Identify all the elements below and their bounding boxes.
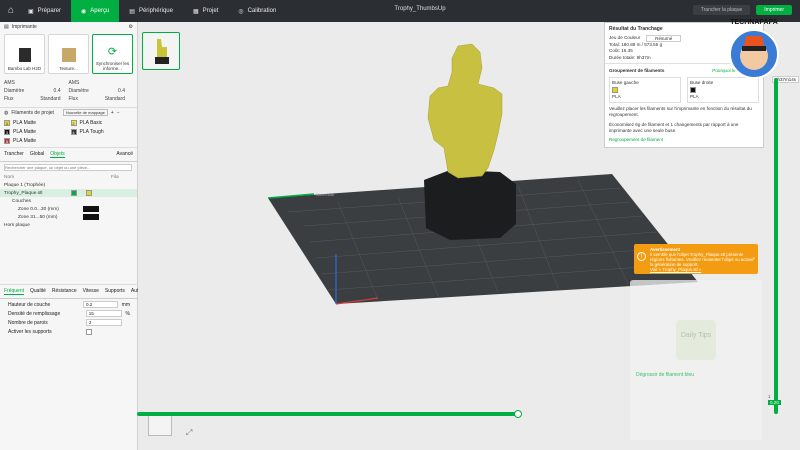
walls-input[interactable]: 2: [86, 319, 122, 326]
tab-device[interactable]: ▤ Périphérique: [119, 0, 183, 22]
layer-height-input[interactable]: 0.2: [82, 301, 118, 308]
tab-objects[interactable]: Objets: [50, 151, 65, 158]
tab-slice[interactable]: Trancher: [4, 151, 24, 158]
gcode-move-slider[interactable]: [137, 412, 517, 416]
filaments-section-header: ◍ Filaments de projet Nouvelle de mappag…: [0, 107, 137, 117]
trophy-base: [424, 170, 516, 240]
calibration-icon: ◎: [238, 8, 244, 15]
infill-param: Densité de remplissage 15%: [8, 310, 130, 317]
layer-slider[interactable]: [774, 78, 778, 414]
sync-icon: ⟳: [107, 46, 118, 58]
daily-tips-subtitle: Dégrossir de filament bleu: [636, 372, 695, 378]
tab-preview[interactable]: ◉ Aperçu: [71, 0, 120, 22]
daily-tips-panel: Daily Tips Dégrossir de filament bleu: [630, 280, 762, 440]
tab-project[interactable]: ▦ Projet: [183, 0, 228, 22]
object-filament-swatch[interactable]: [86, 190, 92, 196]
tree-item[interactable]: Zone 0.0...30 (mm): [0, 205, 137, 213]
prepare-icon: ▣: [28, 8, 34, 15]
left-nozzle-box: Buse gauche PLA: [609, 77, 681, 103]
tab-quality[interactable]: Qualité: [30, 288, 46, 295]
tab-strength[interactable]: Résistance: [52, 288, 77, 295]
filament-item[interactable]: 4 PLA Tough: [70, 129, 134, 135]
left-flux-select[interactable]: Standard: [40, 96, 60, 102]
range-color-swatch: [83, 214, 99, 220]
remove-filament-icon[interactable]: −: [117, 110, 120, 116]
tab-global[interactable]: Global: [30, 151, 44, 158]
object-search-input[interactable]: [4, 164, 132, 171]
filament-list: 1 PLA Matte 2 PLA Basic 3 PLA Matte 4 PLA To…: [0, 117, 137, 147]
title-bar: ⌂ ▣ Préparer ◉ Aperçu ▤ Périphérique ▦ Proje…: [0, 0, 800, 22]
bed-label: Bambulab: [316, 192, 335, 197]
plate-card[interactable]: Texture...: [48, 34, 89, 74]
channel-logo: TECHNAPAPA: [729, 19, 779, 79]
3d-viewport[interactable]: Bambulab Résultat du Tranchage Jeu de Co…: [138, 22, 800, 450]
printer-section-header: ▤ Imprimante ⚙: [4, 24, 133, 30]
filament-2-swatch: 2: [70, 120, 77, 126]
preview-icon: ◉: [81, 8, 87, 15]
printer-image: [18, 48, 31, 62]
walls-param: Nombre de parois 2: [0, 318, 138, 327]
filament-grouping-link[interactable]: Regroupement de filament: [605, 135, 763, 144]
fit-view-icon[interactable]: ⤢: [186, 428, 192, 438]
tree-item-selected[interactable]: Trophy_Plaque.stl: [0, 189, 137, 197]
filament-4-swatch: 4: [70, 129, 77, 135]
filament-item[interactable]: 5 PLA Matte: [4, 138, 67, 144]
move-slider-handle[interactable]: [514, 410, 522, 418]
device-icon: ▤: [129, 8, 135, 15]
print-button[interactable]: Imprimer: [756, 5, 792, 15]
layer-height-label: 0.20: [768, 400, 781, 405]
gear-icon[interactable]: ⚙: [129, 24, 133, 30]
tab-speed[interactable]: Vitesse: [83, 288, 99, 295]
tree-item[interactable]: Plaque 1 (Trophée): [0, 181, 137, 189]
slice-plate-button[interactable]: Trancher la plaque: [692, 5, 751, 15]
left-nozzle-swatch: [612, 87, 618, 93]
left-diameter-select[interactable]: 0.4: [54, 88, 61, 94]
printer-icon: ▤: [4, 24, 9, 30]
printer-card[interactable]: Bambu Lab H2D: [4, 34, 45, 74]
filament-item[interactable]: 1 PLA Matte: [4, 120, 67, 126]
add-filament-icon[interactable]: +: [111, 110, 114, 116]
daily-tips-title: Daily Tips: [676, 320, 716, 360]
range-color-swatch: [83, 206, 99, 212]
filament-item[interactable]: 3 PLA Matte: [4, 129, 67, 135]
floating-regions-warning: ! Avertissement Il semble que l'objet Tr…: [634, 244, 758, 274]
plate-image: [61, 48, 76, 62]
tree-item[interactable]: Couches: [0, 197, 137, 205]
right-nozzle-swatch: [690, 87, 696, 93]
tab-frequent[interactable]: Fréquent: [4, 288, 25, 295]
tree-item[interactable]: Hors plaque: [0, 221, 137, 229]
sync-button[interactable]: ⟳ Synchroniser les informe...: [92, 34, 133, 74]
param-tabs: Fréquent Qualité Résistance Vitesse Supp…: [0, 284, 143, 299]
filament-3-swatch: 3: [4, 129, 10, 135]
layer-height-param: Hauteur de couche 0.2 mm: [8, 301, 130, 308]
filament-icon: ◍: [4, 109, 9, 116]
filament-item[interactable]: 2 PLA Basic: [70, 120, 134, 126]
warning-icon: !: [637, 252, 646, 261]
close-icon[interactable]: ×: [752, 256, 755, 261]
home-icon[interactable]: ⌂: [4, 4, 18, 18]
tree-item[interactable]: Zone 31...50 (mm): [0, 213, 137, 221]
supports-param: Activer les supports: [0, 327, 138, 336]
filament-5-swatch: 5: [4, 138, 10, 144]
filament-1-swatch: 1: [4, 120, 10, 126]
advanced-toggle[interactable]: Avancé: [116, 151, 133, 158]
right-diameter-select[interactable]: 0.4: [118, 88, 125, 94]
window-title: Trophy_ThumbsUp: [394, 6, 446, 12]
trophy-thumb: [427, 43, 503, 179]
project-icon: ▦: [192, 8, 199, 15]
object-tabs: Trancher Global Objets Avancé: [0, 147, 137, 162]
warning-link[interactable]: Voir « Trophy_Plaque.stl »: [650, 267, 754, 272]
right-flux-select[interactable]: Standard: [105, 96, 125, 102]
svg-text:TECHNAPAPA: TECHNAPAPA: [730, 19, 778, 26]
tab-prepare[interactable]: ▣ Préparer: [18, 0, 71, 22]
tab-supports[interactable]: Supports: [105, 288, 125, 295]
infill-input[interactable]: 15: [85, 310, 122, 317]
visible-checkbox[interactable]: [71, 190, 77, 196]
tab-calibration[interactable]: ◎ Calibration: [228, 0, 286, 22]
remap-button[interactable]: Nouvelle de mappage: [62, 109, 108, 116]
layer-number: 1: [768, 394, 771, 399]
color-scheme-dropdown[interactable]: Résumé: [646, 35, 682, 42]
supports-checkbox[interactable]: [86, 328, 92, 335]
left-sidebar: ▤ Imprimante ⚙ Bambu Lab H2D Texture... …: [0, 22, 143, 450]
